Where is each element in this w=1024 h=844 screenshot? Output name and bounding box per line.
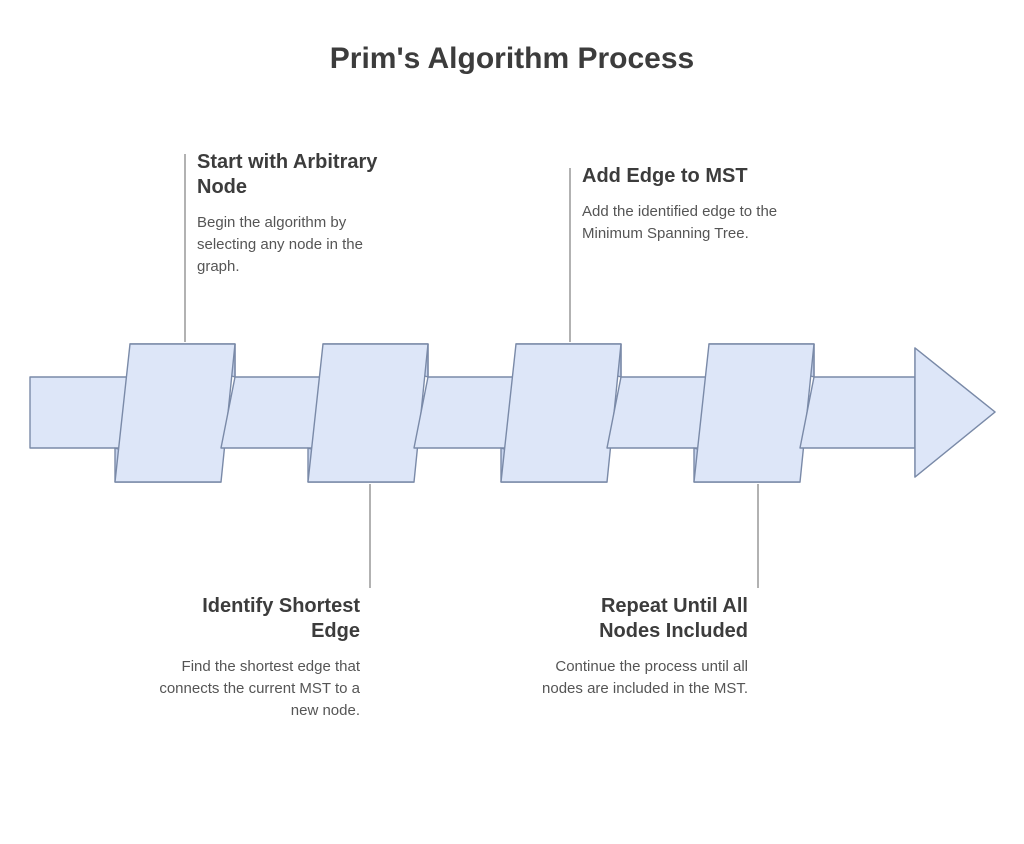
step-4: Repeat Until All Nodes Included Continue…: [538, 594, 748, 700]
step-3: Add Edge to MST Add the identified edge …: [582, 164, 792, 245]
step-4-desc: Continue the process until all nodes are…: [538, 656, 748, 700]
step-1: Start with Arbitrary Node Begin the algo…: [197, 150, 407, 277]
step-3-title: Add Edge to MST: [582, 164, 792, 189]
step-1-title: Start with Arbitrary Node: [197, 150, 407, 200]
ribbon-arrow: [0, 42, 1024, 844]
step-4-title: Repeat Until All Nodes Included: [538, 594, 748, 644]
step-2: Identify Shortest Edge Find the shortest…: [150, 594, 360, 721]
step-2-title: Identify Shortest Edge: [150, 594, 360, 644]
step-1-desc: Begin the algorithm by selecting any nod…: [197, 212, 407, 277]
step-3-desc: Add the identified edge to the Minimum S…: [582, 201, 792, 245]
step-2-desc: Find the shortest edge that connects the…: [150, 656, 360, 721]
